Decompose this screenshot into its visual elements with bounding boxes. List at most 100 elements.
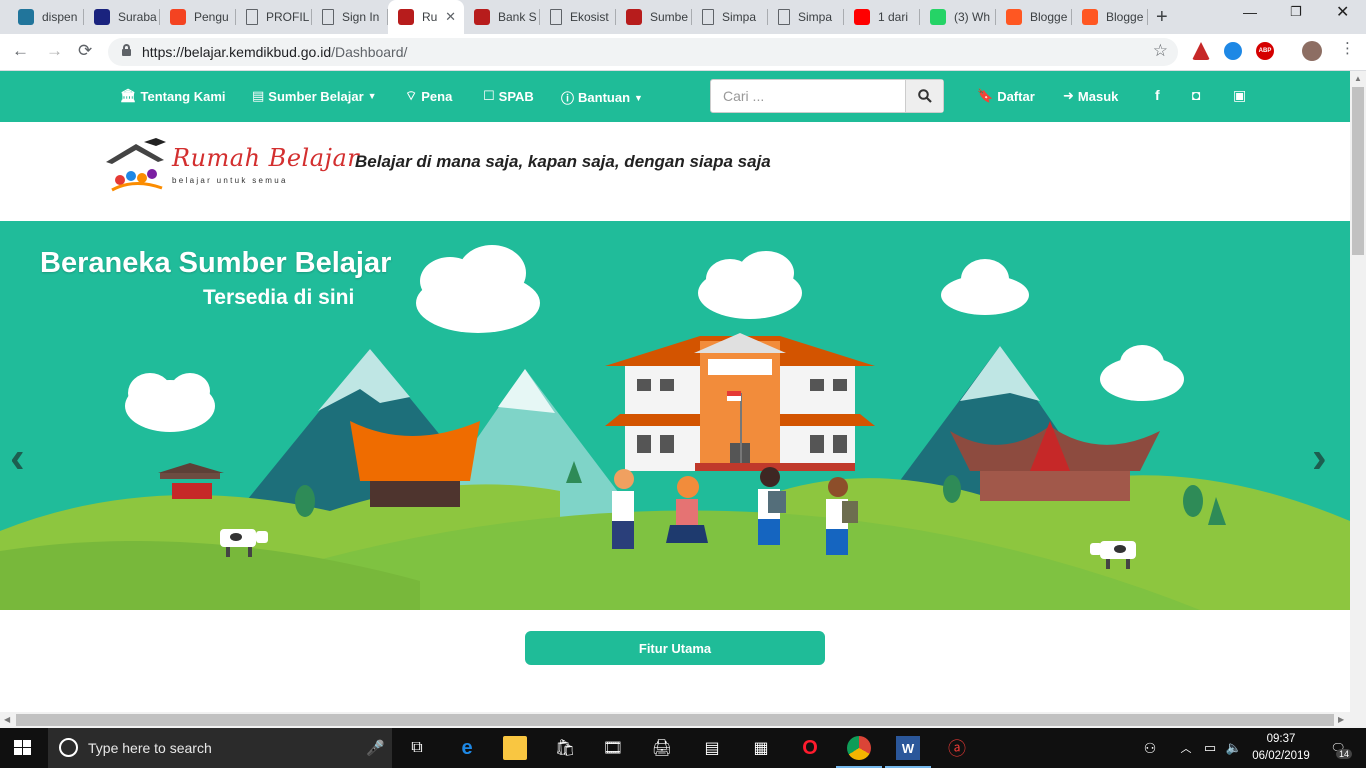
taskbar-search[interactable]: Type here to search 🎤 [48, 728, 392, 768]
edge-icon[interactable]: e [455, 736, 479, 760]
browser-tab[interactable]: Sign In [312, 0, 388, 34]
new-tab-button[interactable]: + [1156, 6, 1168, 29]
taskbar-search-placeholder: Type here to search [88, 740, 212, 756]
page-icon [778, 9, 790, 25]
browser-tab-label: Suraba [118, 10, 157, 24]
back-button[interactable]: ← [12, 41, 29, 61]
pdf-extension-icon[interactable] [1192, 42, 1210, 60]
youtube-icon[interactable]: ▣ [1233, 87, 1246, 104]
browser-tab[interactable]: Blogge [996, 0, 1072, 34]
extension-icon[interactable] [1224, 42, 1242, 60]
instagram-icon[interactable]: ◘ [1192, 87, 1200, 103]
browser-tab[interactable]: PROFIL [236, 0, 312, 34]
task-view-icon[interactable]: ⧉ [405, 736, 429, 760]
vertical-scroll-thumb[interactable] [1352, 87, 1364, 255]
windows-start-icon[interactable] [14, 740, 32, 756]
horizontal-scrollbar[interactable]: ◀ ▶ [0, 712, 1366, 728]
list-icon: ▤ [252, 88, 265, 103]
adblock-plus-icon[interactable]: ABP [1256, 42, 1274, 60]
browser-tab[interactable]: Blogge [1072, 0, 1148, 34]
page-icon [702, 9, 714, 25]
profile-avatar[interactable] [1302, 41, 1322, 61]
logo-subtitle: belajar untuk semua [172, 176, 288, 185]
network-icon[interactable]: ▭ [1198, 736, 1222, 760]
facebook-icon[interactable]: f [1155, 87, 1160, 103]
clock[interactable]: 09:37 06/02/2019 [1248, 731, 1314, 765]
microphone-icon[interactable]: 🎤 [366, 739, 385, 757]
chrome-menu-icon[interactable]: ⋮ [1340, 39, 1355, 57]
browser-tab[interactable]: Pengu [160, 0, 236, 34]
people-icon[interactable]: ⚇ [1138, 736, 1162, 760]
browser-tab[interactable]: Sumbe [616, 0, 692, 34]
browser-tab[interactable]: Simpa [768, 0, 844, 34]
lock-icon [122, 44, 131, 56]
blogger-icon [1006, 9, 1022, 25]
rumah-belajar-icon [474, 9, 490, 25]
vertical-scrollbar[interactable]: ▲ [1350, 71, 1366, 712]
browser-tab-label: Ekosist [570, 10, 609, 24]
fitur-utama-button[interactable]: Fitur Utama [525, 631, 825, 665]
nav-spab[interactable]: ☐ SPAB [483, 88, 534, 104]
joomla-icon [170, 9, 186, 25]
close-window-button[interactable]: ✕ [1336, 2, 1349, 22]
scroll-up-icon[interactable]: ▲ [1354, 74, 1362, 83]
hero-carousel: Beraneka Sumber Belajar Tersedia di sini… [0, 221, 1350, 610]
windows-taskbar: Type here to search 🎤 ⧉ e 🛍 🎞 🖨 ▤ ▦ O W … [0, 728, 1366, 768]
files-icon[interactable]: ▤ [700, 736, 724, 760]
nav-bantuan[interactable]: ⓘ Bantuan ▼ [561, 88, 643, 107]
forward-button[interactable]: → [46, 41, 63, 61]
browser-tab-label: Sign In [342, 10, 380, 24]
store-icon[interactable]: 🛍 [553, 736, 577, 760]
reload-button[interactable]: ⟳ [78, 41, 92, 61]
scanner-icon[interactable]: ▦ [749, 736, 773, 760]
scroll-left-icon[interactable]: ◀ [4, 715, 10, 724]
whatsapp-icon [930, 9, 946, 25]
volume-icon[interactable]: 🔈 [1222, 736, 1246, 760]
minimize-button[interactable]: — [1243, 4, 1257, 20]
carousel-next-icon[interactable]: › [1312, 433, 1327, 483]
browser-tab[interactable]: (3) Wh [920, 0, 996, 34]
nav-tentang-kami[interactable]: 🏛 Tentang Kami [120, 88, 226, 104]
file-explorer-icon[interactable] [503, 736, 527, 760]
sign-in-icon: ➜ [1063, 88, 1074, 103]
chrome-icon[interactable] [847, 736, 871, 760]
browser-tab[interactable]: Suraba [84, 0, 160, 34]
media-player-icon[interactable]: 🎞 [601, 736, 625, 760]
bookmark-icon: 🔖 [977, 88, 994, 103]
browser-tab[interactable]: Bank S [464, 0, 540, 34]
opera-icon[interactable]: O [798, 736, 822, 760]
carousel-prev-icon[interactable]: ‹ [10, 433, 25, 483]
search-input[interactable] [711, 80, 906, 112]
bank-icon: 🏛 [120, 88, 137, 103]
browser-tab[interactable]: Ekosist [540, 0, 616, 34]
browser-tab[interactable]: 1 dari [844, 0, 920, 34]
site-tagline: Belajar di mana saja, kapan saja, dengan… [355, 152, 771, 171]
wordpress-icon [18, 9, 34, 25]
close-tab-icon[interactable]: ✕ [445, 9, 456, 25]
nav-daftar[interactable]: 🔖 Daftar [977, 88, 1035, 104]
rumah-belajar-logo[interactable] [104, 138, 168, 196]
search-button[interactable] [905, 80, 943, 112]
site-navbar: 🏛 Tentang Kami ▤ Sumber Belajar ▼ ⌔ Pena ☐ SP… [0, 71, 1350, 122]
horizontal-scroll-thumb[interactable] [16, 714, 1334, 726]
word-icon[interactable]: W [896, 736, 920, 760]
browser-tab[interactable]: dispen [8, 0, 84, 34]
page-icon [322, 9, 334, 25]
app-icon[interactable]: ⓐ [945, 736, 969, 760]
clock-time: 09:37 [1266, 733, 1296, 745]
nav-sumber-belajar[interactable]: ▤ Sumber Belajar ▼ [252, 88, 377, 104]
browser-tab[interactable]: Ru ✕ [388, 0, 464, 34]
nav-pena[interactable]: ⌔ Pena [405, 88, 452, 104]
browser-tab[interactable]: Simpa [692, 0, 768, 34]
scroll-right-icon[interactable]: ▶ [1338, 715, 1344, 724]
maximize-button[interactable]: ❐ [1290, 4, 1302, 20]
screen: dispen Suraba Pengu PROFIL Sign In Ru ✕ Bank S E… [0, 0, 1366, 768]
printer-icon[interactable]: 🖨 [650, 736, 674, 760]
show-hidden-icons[interactable]: ︿ [1174, 736, 1198, 760]
url-field[interactable]: https://belajar.kemdikbud.go.id/Dashboar… [108, 38, 1178, 66]
nav-masuk[interactable]: ➜ Masuk [1063, 88, 1118, 104]
browser-tab-label: Blogge [1030, 10, 1068, 24]
bookmark-star-icon[interactable]: ☆ [1153, 41, 1168, 61]
browser-tab-label: Bank S [498, 10, 537, 24]
nav-pena-label: Pena [421, 88, 453, 104]
